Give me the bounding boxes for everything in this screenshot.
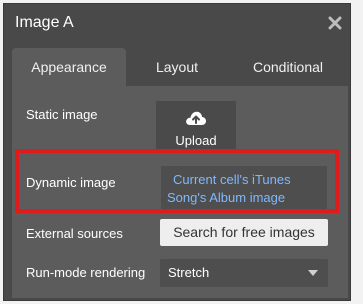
run-mode-selected-value: Stretch (168, 265, 210, 280)
appearance-content: Static image Upload Dynamic image Curren… (12, 86, 348, 298)
upload-button[interactable]: Upload (156, 101, 236, 152)
external-sources-label: External sources (26, 226, 123, 241)
dynamic-expression-line-2[interactable]: Song's Album image (167, 190, 285, 205)
dynamic-expression-line-1[interactable]: Current cell's iTunes (173, 172, 291, 187)
run-mode-rendering-label: Run-mode rendering (26, 265, 146, 280)
panel-title: Image A (15, 14, 74, 31)
dynamic-image-label: Dynamic image (26, 175, 116, 190)
run-mode-rendering-select[interactable]: Stretch (160, 259, 328, 287)
search-free-images-button[interactable]: Search for free images (160, 219, 328, 246)
tab-conditional[interactable]: Conditional (228, 48, 348, 86)
chevron-down-icon (308, 270, 318, 276)
dynamic-image-expression[interactable]: Current cell's iTunes Song's Album image (161, 166, 327, 210)
upload-cloud-icon (186, 111, 206, 125)
static-image-label: Static image (26, 107, 98, 122)
close-icon[interactable] (328, 16, 342, 30)
upload-label: Upload (175, 133, 217, 148)
property-editor-panel: Image A Appearance Layout Conditional St… (3, 3, 351, 301)
tab-bar: Appearance Layout Conditional (12, 48, 348, 86)
tab-appearance[interactable]: Appearance (12, 48, 126, 86)
tab-layout[interactable]: Layout (126, 48, 228, 86)
